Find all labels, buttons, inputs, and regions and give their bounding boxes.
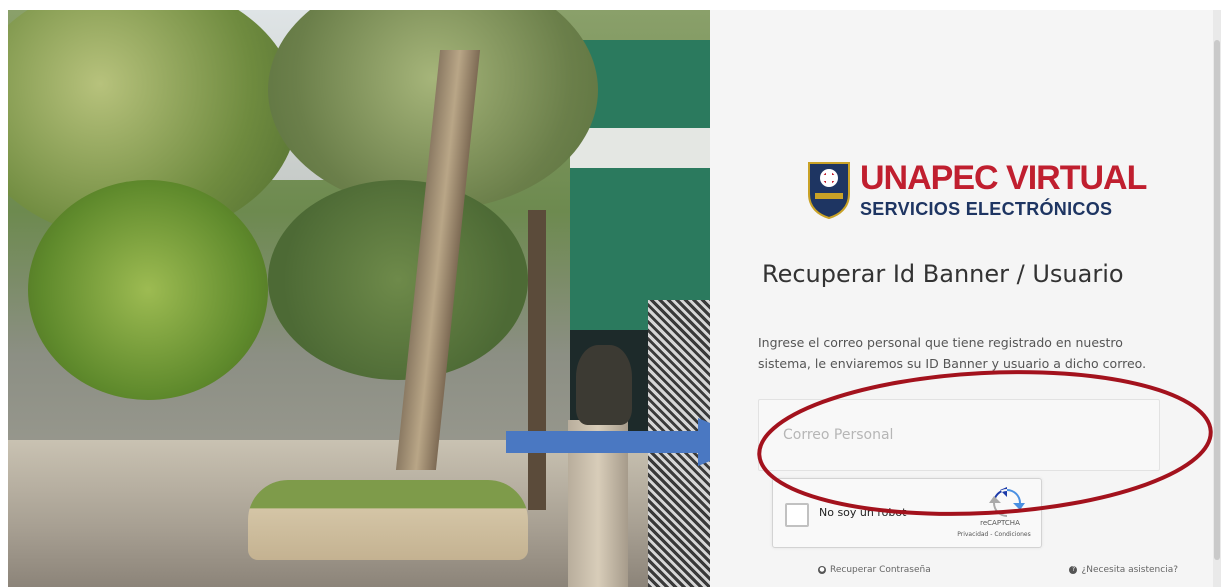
photo-planter — [248, 480, 528, 560]
need-help-label: ¿Necesita asistencia? — [1081, 565, 1178, 575]
recaptcha-label: No soy un robot — [819, 506, 907, 519]
unapec-shield-icon — [808, 162, 850, 220]
recaptcha-brand: reCAPTCHA — [980, 519, 1020, 527]
brand-subtitle: SERVICIOS ELECTRÓNICOS — [860, 199, 1113, 219]
need-help-link[interactable]: ? ¿Necesita asistencia? — [1069, 565, 1178, 575]
recaptcha-logo-icon — [989, 487, 1025, 517]
brand-name: UNAPEC VIRTUAL — [860, 159, 1147, 197]
question-icon: ? — [1069, 566, 1078, 574]
page-title: Recuperar Id Banner / Usuario — [762, 260, 1124, 288]
recaptcha-privacy-links[interactable]: Privacidad - Condiciones — [949, 531, 1039, 538]
recaptcha-checkbox[interactable] — [785, 503, 809, 527]
campus-photo — [8, 10, 710, 587]
lock-icon: ● — [818, 566, 826, 574]
recaptcha-widget: No soy un robot reCAPTCHA Privacidad - C… — [772, 478, 1042, 548]
email-input[interactable] — [758, 399, 1160, 471]
scrollbar-thumb[interactable] — [1214, 40, 1220, 560]
instructions-text: Ingrese el correo personal que tiene reg… — [758, 335, 1147, 371]
recover-password-label: Recuperar Contraseña — [830, 565, 931, 575]
photo-shrub — [268, 180, 528, 380]
recovery-panel: UNAPEC VIRTUAL SERVICIOS ELECTRÓNICOS Re… — [710, 10, 1213, 587]
footer-links: ● Recuperar Contraseña ? ¿Necesita asist… — [818, 565, 1178, 575]
photo-building-band — [570, 128, 710, 168]
photo-bust-statue — [576, 345, 632, 425]
photo-shrub — [28, 180, 268, 400]
brand-logo: UNAPEC VIRTUAL SERVICIOS ELECTRÓNICOS — [806, 159, 1147, 220]
recover-password-link[interactable]: ● Recuperar Contraseña — [818, 565, 931, 575]
